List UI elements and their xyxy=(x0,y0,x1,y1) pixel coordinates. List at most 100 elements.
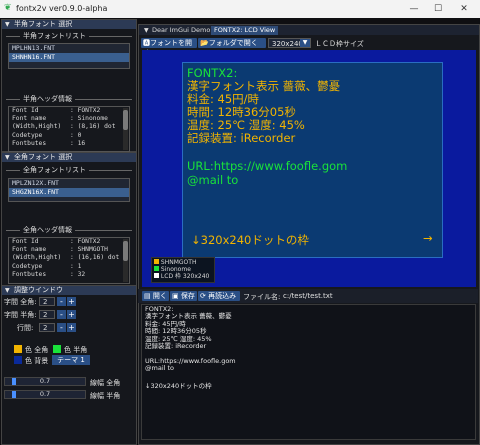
collapse-triangle-icon[interactable]: ▼ xyxy=(5,286,10,295)
full-font-panel-title[interactable]: ▼ 全角フォント 選択 xyxy=(2,153,136,162)
window-title: fontx2v ver0.9.0-alpha xyxy=(16,4,108,13)
half-header-separator: 半角ヘッダ情報 xyxy=(2,95,136,103)
app-leaf-icon: ❦ xyxy=(4,3,12,13)
scrollbar-thumb[interactable] xyxy=(123,241,128,261)
file-open-button[interactable]: ▤ 開く xyxy=(142,291,169,301)
half-header-label: 半角ヘッダ情報 xyxy=(20,95,75,103)
info-key: Fontbutes xyxy=(12,270,47,278)
full-font-list-item[interactable]: MPLZN12X.FNT xyxy=(9,179,129,188)
open-font-button[interactable]: 🅰フォントを開く xyxy=(141,38,197,57)
legend-item: Sinonome xyxy=(154,266,191,273)
char-spacing-half-label: 字間 半角: xyxy=(4,311,37,319)
editor-line: @mail to xyxy=(145,364,175,373)
legend-label: Sinonome xyxy=(160,266,191,273)
scrollbar-thumb[interactable] xyxy=(123,110,128,130)
line-spacing-label: 行間: xyxy=(17,324,34,332)
info-key: (Width,Hight) xyxy=(12,254,62,262)
color-full-label: 色 全角 xyxy=(25,346,49,354)
editor-line: 記録装置: iRecorder xyxy=(145,342,207,350)
tab-imgui-demo[interactable]: Dear ImGui Demo xyxy=(149,26,213,35)
file-open-label: 開く xyxy=(152,292,167,300)
info-key: Font name xyxy=(12,115,47,123)
line-spacing-plus-button[interactable]: + xyxy=(67,323,76,332)
full-header-label: 全角ヘッダ情報 xyxy=(20,226,75,234)
text-editor[interactable]: FONTX2: 漢字フォント表示 薔薇、鬱憂 料金: 45円/時 時間: 12時… xyxy=(141,304,476,440)
info-value: : FONTX2 xyxy=(70,238,101,245)
info-row: Fontbutes: 16 xyxy=(9,140,129,148)
lcd-line: FONTX2: xyxy=(187,66,238,80)
info-row: (Width,Hight): (8,16) dot xyxy=(9,123,129,131)
full-header-separator: 全角ヘッダ情報 xyxy=(2,226,136,234)
legend-swatch xyxy=(154,259,159,264)
maximize-button[interactable]: ☐ xyxy=(426,0,450,18)
info-row: Font Id: FONTX2 xyxy=(9,107,129,115)
info-row: Fontbutes: 32 xyxy=(9,271,129,279)
collapse-triangle-icon[interactable]: ▼ xyxy=(5,153,10,162)
info-value: : (16,16) dot xyxy=(70,254,120,262)
legend-swatch xyxy=(154,266,159,271)
info-value: : Sinonome xyxy=(70,115,108,123)
half-font-panel-title[interactable]: ▼ 半角フォント 選択 xyxy=(2,20,136,29)
chevron-down-icon[interactable]: ▼ xyxy=(300,39,310,47)
char-spacing-full-value[interactable]: 2 xyxy=(39,297,55,306)
file-icon: ▤ xyxy=(144,292,151,300)
char-spacing-half-minus-button[interactable]: - xyxy=(57,310,66,319)
lcd-size-combo-value: 320x240 xyxy=(272,40,303,48)
open-folder-button[interactable]: 📂フォルダで開く xyxy=(198,38,266,48)
slider-value: 0.7 xyxy=(39,390,51,398)
lcd-line: @mail to xyxy=(187,173,239,187)
half-header-info: Font Id: FONTX2 Font name : Sinonome (Wid… xyxy=(8,106,130,152)
lcd-line: 料金: 45円/時 xyxy=(187,92,260,106)
half-font-listbox[interactable]: MPLHN13.FNT SHNHN16.FNT xyxy=(8,43,130,69)
info-row: Codetype: 0 xyxy=(9,132,129,140)
line-width-full-slider[interactable]: 0.7 xyxy=(4,377,86,386)
file-reload-button[interactable]: ⟳ 再読込み xyxy=(198,291,240,301)
info-value: : FONTX2 xyxy=(70,107,101,114)
lcd-line: URL:https://www.foofle.gom xyxy=(187,159,348,173)
lcd-line: 時間: 12時36分05秒 xyxy=(187,105,296,119)
collapse-triangle-icon[interactable]: ▼ xyxy=(5,20,10,29)
line-width-half-slider[interactable]: 0.7 xyxy=(4,390,86,399)
char-spacing-half-plus-button[interactable]: + xyxy=(67,310,76,319)
char-spacing-full-minus-button[interactable]: - xyxy=(57,297,66,306)
color-half-swatch[interactable] xyxy=(53,345,61,353)
info-row: Font name: SHNMGOTH xyxy=(9,246,129,254)
adjust-panel-title[interactable]: ▼ 調整ウインドウ xyxy=(2,286,136,295)
tab-lcd-view[interactable]: FONTX2: LCD View xyxy=(211,26,279,35)
info-row: Codetype: 1 xyxy=(9,263,129,271)
half-font-list-label: 半角フォントリスト xyxy=(20,32,89,40)
full-font-list-item-selected[interactable]: SHGZN16X.FNT xyxy=(9,188,129,197)
minimize-button[interactable]: — xyxy=(402,0,426,18)
info-key: Font name xyxy=(12,246,47,254)
legend-item: SHNMGOTH xyxy=(154,259,196,266)
info-key: Fontbutes xyxy=(12,139,47,147)
lcd-size-combo[interactable]: 320x240 ▼ xyxy=(268,38,311,48)
half-header-scrollbar[interactable] xyxy=(123,108,128,150)
lcd-size-label: ＬＣＤ枠サイズ xyxy=(315,40,364,48)
full-header-info: Font Id: FONTX2 Font name: SHNMGOTH (Wid… xyxy=(8,237,130,284)
char-spacing-full-plus-button[interactable]: + xyxy=(67,297,76,306)
theme-button[interactable]: テーマ 1 xyxy=(52,355,90,365)
close-window-button[interactable]: ✕ xyxy=(452,0,476,18)
editor-line: ↓320x240ドットの枠 xyxy=(145,382,212,390)
color-bg-label: 色 背景 xyxy=(25,357,49,365)
legend-swatch xyxy=(154,273,159,278)
half-font-panel-title-text: 半角フォント 選択 xyxy=(14,20,73,28)
char-spacing-half-value[interactable]: 2 xyxy=(39,310,55,319)
color-full-swatch[interactable] xyxy=(14,345,22,353)
half-font-list-separator: 半角フォントリスト xyxy=(2,32,136,40)
full-font-listbox[interactable]: MPLZN12X.FNT SHGZN16X.FNT xyxy=(8,178,130,202)
line-spacing-value[interactable]: 2 xyxy=(39,323,55,332)
half-font-list-item[interactable]: MPLHN13.FNT xyxy=(9,44,129,53)
info-value: : 1 xyxy=(70,262,82,270)
half-font-list-item-selected[interactable]: SHNHN16.FNT xyxy=(9,53,129,62)
info-row: Font name : Sinonome xyxy=(9,115,129,123)
line-spacing-minus-button[interactable]: - xyxy=(57,323,66,332)
legend-size: 320x240 xyxy=(182,273,210,280)
info-row: Font Id: FONTX2 xyxy=(9,238,129,246)
full-header-scrollbar[interactable] xyxy=(123,239,128,282)
file-save-button[interactable]: ▣ 保存 xyxy=(170,291,197,301)
filename-value[interactable]: c:/test/test.txt xyxy=(283,292,333,300)
color-bg-swatch[interactable] xyxy=(14,356,22,364)
tab-bar: ▼ Dear ImGui Demo FONTX2: LCD View xyxy=(139,25,479,35)
